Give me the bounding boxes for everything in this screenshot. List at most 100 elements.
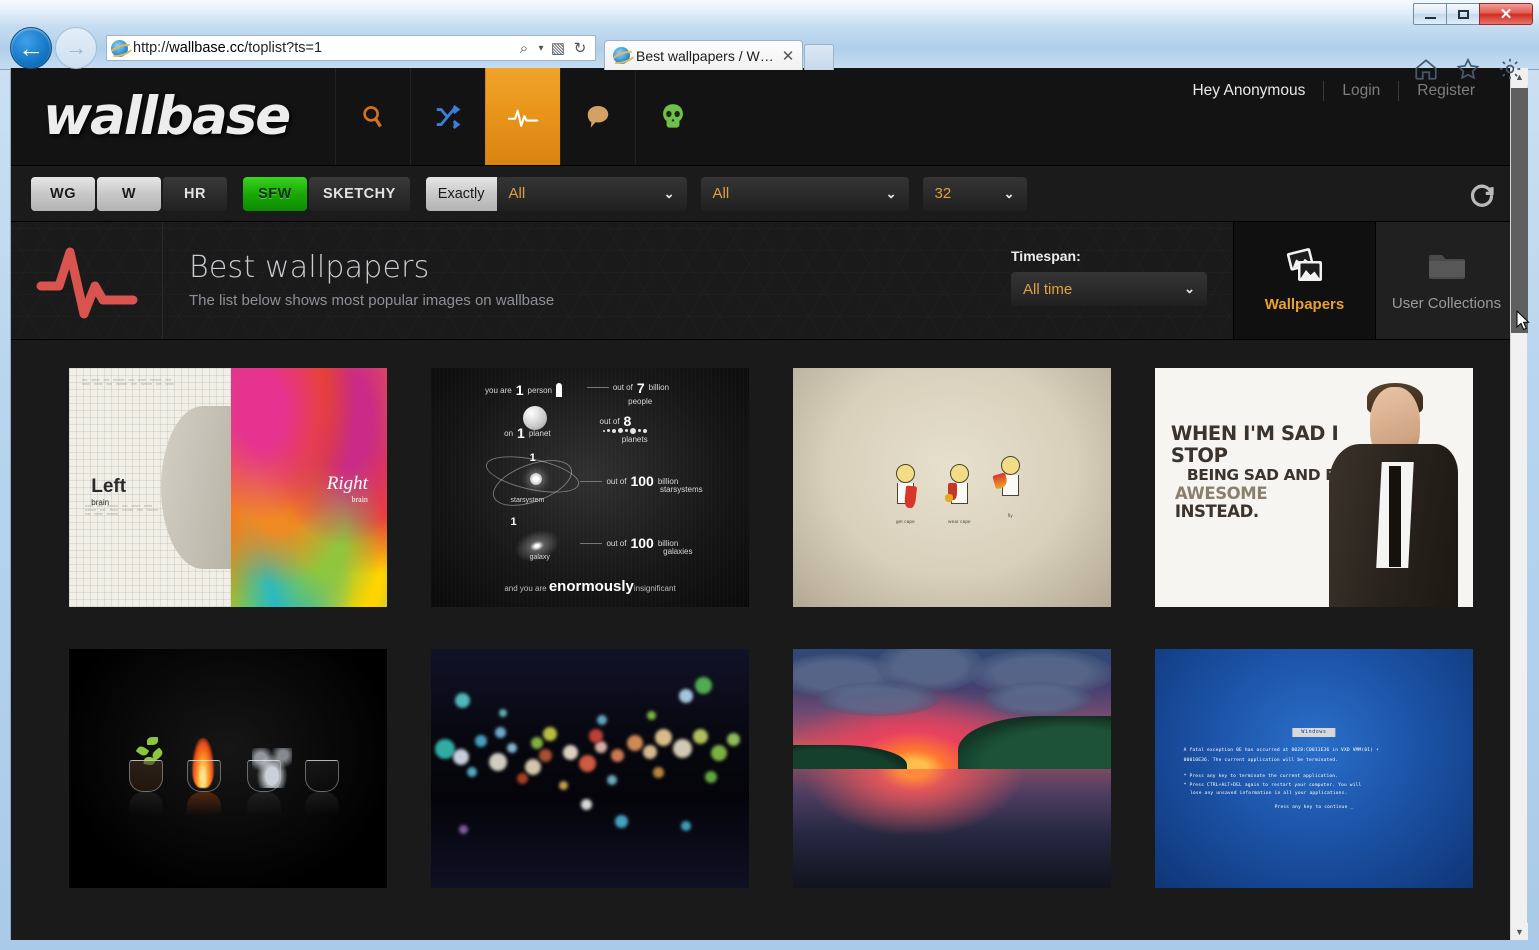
site-logo[interactable]: wallbase bbox=[11, 68, 335, 165]
wallpaper-row: Windows A fatal exception 0E has occurre… bbox=[11, 649, 1516, 888]
wallpaper-cell bbox=[431, 649, 749, 888]
tab-title: Best wallpapers / W… bbox=[636, 48, 774, 64]
register-link[interactable]: Register bbox=[1399, 82, 1493, 100]
figure-head bbox=[896, 464, 915, 483]
nav-toplist[interactable] bbox=[485, 68, 560, 165]
chevron-down-icon: ⌄ bbox=[1184, 281, 1195, 297]
wallpaper-thumb-sunset-lake-reflection[interactable] bbox=[793, 649, 1111, 888]
tab-wallpapers[interactable]: Wallpapers bbox=[1233, 222, 1375, 339]
per-page-select[interactable]: 32 ⌄ bbox=[923, 177, 1027, 211]
browser-navigation-bar: ← → http://wallbase.cc/toplist?ts=1 ⌕ ▾ … bbox=[0, 26, 1539, 70]
page-scrollbar[interactable]: ▲ ▼ bbox=[1510, 68, 1527, 940]
forward-button[interactable]: → bbox=[55, 27, 97, 69]
back-button[interactable]: ← bbox=[10, 27, 52, 69]
glass-water bbox=[247, 760, 281, 792]
chevron-down-icon[interactable]: ▾ bbox=[535, 43, 547, 54]
wallpaper-thumb-get-cape-wear-cape-fly[interactable]: get cape wear cape bbox=[793, 368, 1111, 607]
wallpaper-row: ▭▭ ▭▭▭ ▭▭ ▭▭▭▭ ▭▭ ▭▭▭ ▭▭▭▭ ▭▭ ▭▭▭ ▭▭▭ ▭▭… bbox=[11, 368, 1516, 607]
figure-head bbox=[950, 464, 969, 483]
connector-line bbox=[580, 543, 602, 544]
wallpaper-thumb-cosmic-scale-infographic[interactable]: you are 1 person out of 7 billion bbox=[431, 368, 749, 607]
resolution-select[interactable]: All ⌄ bbox=[497, 177, 687, 211]
filter-sketchy-button[interactable]: SKETCHY bbox=[309, 177, 410, 211]
nav-search[interactable] bbox=[335, 68, 410, 165]
timespan-select[interactable]: All time ⌄ bbox=[1011, 272, 1207, 306]
reflection bbox=[129, 792, 163, 816]
timespan-label: Timespan: bbox=[1011, 248, 1233, 264]
page-title-block: Best wallpapers The list below shows mos… bbox=[163, 222, 1011, 339]
home-icon[interactable] bbox=[1413, 56, 1439, 82]
nsfw-skull-icon bbox=[659, 102, 687, 132]
url-text: http://wallbase.cc/toplist?ts=1 bbox=[133, 40, 513, 56]
new-tab-button[interactable] bbox=[804, 44, 834, 70]
filter-wg-button[interactable]: WG bbox=[31, 177, 95, 211]
wallpaper-thumb-left-right-brain[interactable]: ▭▭ ▭▭▭ ▭▭ ▭▭▭▭ ▭▭ ▭▭▭ ▭▭▭▭ ▭▭ ▭▭▭ ▭▭▭ ▭▭… bbox=[69, 368, 387, 607]
ie-logo-icon bbox=[111, 40, 128, 57]
page-subtitle: The list below shows most popular images… bbox=[189, 292, 1011, 309]
tab-user-collections[interactable]: User Collections bbox=[1375, 222, 1516, 339]
per-page-value: 32 bbox=[935, 185, 952, 202]
minimize-button[interactable] bbox=[1413, 3, 1447, 25]
nav-comments[interactable] bbox=[560, 68, 635, 165]
scroll-down-button[interactable]: ▼ bbox=[1511, 923, 1528, 940]
tab-user-collections-label: User Collections bbox=[1392, 295, 1501, 312]
login-link[interactable]: Login bbox=[1324, 82, 1398, 100]
cosmos-line-1-right: out of 7 billion bbox=[587, 380, 669, 396]
wallpaper-thumb-awesome-instead-quote[interactable]: WHEN I'M SAD I STOP BEING SAD AND BE AWE… bbox=[1155, 368, 1473, 607]
caption: wear cape bbox=[942, 519, 976, 524]
leaf bbox=[136, 744, 150, 757]
aspect-ratio-value: All bbox=[713, 185, 730, 202]
toplist-pulse-icon bbox=[507, 103, 539, 131]
caption: get cape bbox=[888, 519, 922, 524]
favorites-star-icon[interactable] bbox=[1455, 56, 1481, 82]
maximize-button[interactable] bbox=[1446, 3, 1480, 25]
reload-icon[interactable]: ↻ bbox=[569, 39, 591, 57]
cloud bbox=[818, 682, 939, 715]
tie bbox=[1389, 466, 1401, 567]
wallpaper-thumb-colorful-bokeh-lights[interactable] bbox=[431, 649, 749, 888]
wallpaper-grid: ▭▭ ▭▭▭ ▭▭ ▭▭▭▭ ▭▭ ▭▭▭ ▭▭▭▭ ▭▭ ▭▭▭ ▭▭▭ ▭▭… bbox=[11, 340, 1516, 940]
brain-left-label: Left brain bbox=[91, 476, 126, 507]
filter-w-button[interactable]: W bbox=[97, 177, 161, 211]
bsod-line-3: * Press any key to terminate the current… bbox=[1184, 773, 1339, 780]
tab-best-wallpapers[interactable]: Best wallpapers / W… ✕ bbox=[604, 40, 803, 70]
compatibility-view-icon[interactable]: ▧ bbox=[547, 39, 569, 57]
forward-arrow-icon: → bbox=[65, 37, 87, 59]
filter-hr-button[interactable]: HR bbox=[163, 177, 227, 211]
refresh-icon[interactable] bbox=[1467, 179, 1497, 209]
mouse-cursor bbox=[1516, 310, 1530, 331]
wallpaper-cell: get cape wear cape bbox=[793, 368, 1111, 607]
nav-random[interactable] bbox=[410, 68, 485, 165]
maximize-icon bbox=[1458, 10, 1469, 19]
wallpaper-thumb-four-elements-glasses[interactable] bbox=[69, 649, 387, 888]
cosmos-line-3-right-2: starsystems bbox=[660, 485, 703, 494]
aspect-ratio-select[interactable]: All ⌄ bbox=[701, 177, 909, 211]
title-icon-wrap bbox=[11, 222, 163, 339]
exactly-label[interactable]: Exactly bbox=[426, 177, 497, 211]
planets-row-icon bbox=[603, 428, 647, 434]
browser-toolbar-icons bbox=[1413, 56, 1523, 82]
cosmos-line-3-left-num: 1 bbox=[530, 452, 536, 464]
back-arrow-icon: ← bbox=[18, 35, 44, 61]
artwork-elements bbox=[69, 649, 387, 888]
nav-nsfw[interactable] bbox=[635, 68, 710, 165]
cosmos-line-1-right-2: people bbox=[628, 397, 652, 406]
decor-text: ▭▭ ▭▭▭ ▭▭ ▭▭▭▭ ▭▭ ▭▭▭ ▭▭▭▭ ▭▭ ▭▭▭ ▭▭▭ ▭▭… bbox=[82, 378, 177, 386]
wallpaper-thumb-blue-screen-of-death[interactable]: Windows A fatal exception 0E has occurre… bbox=[1155, 649, 1473, 888]
settings-gear-icon[interactable] bbox=[1497, 56, 1523, 82]
reflection bbox=[187, 792, 221, 816]
browser-window: ✕ ← → http://wallbase.cc/toplist?ts=1 ⌕ … bbox=[0, 0, 1539, 950]
address-bar[interactable]: http://wallbase.cc/toplist?ts=1 ⌕ ▾ ▧ ↻ bbox=[106, 35, 596, 61]
cosmos-line-4-left-label: galaxy bbox=[530, 554, 550, 561]
tab-close-icon[interactable]: ✕ bbox=[782, 47, 795, 65]
bsod-line-4: * Press CTRL+ALT+DEL again to restart yo… bbox=[1184, 782, 1362, 789]
filter-sfw-button[interactable]: SFW bbox=[243, 177, 307, 211]
chevron-down-icon: ⌄ bbox=[990, 186, 1015, 202]
cosmos-line-1-left: you are 1 person bbox=[485, 382, 562, 398]
close-button[interactable]: ✕ bbox=[1479, 3, 1533, 25]
connector-line bbox=[587, 387, 609, 388]
search-icon[interactable]: ⌕ bbox=[513, 40, 535, 57]
cosmos-footer-line: and you are enormouslyinsignificant bbox=[431, 578, 749, 595]
scrollbar-thumb[interactable] bbox=[1511, 88, 1528, 333]
brain-right-label: Right brain bbox=[327, 473, 368, 504]
